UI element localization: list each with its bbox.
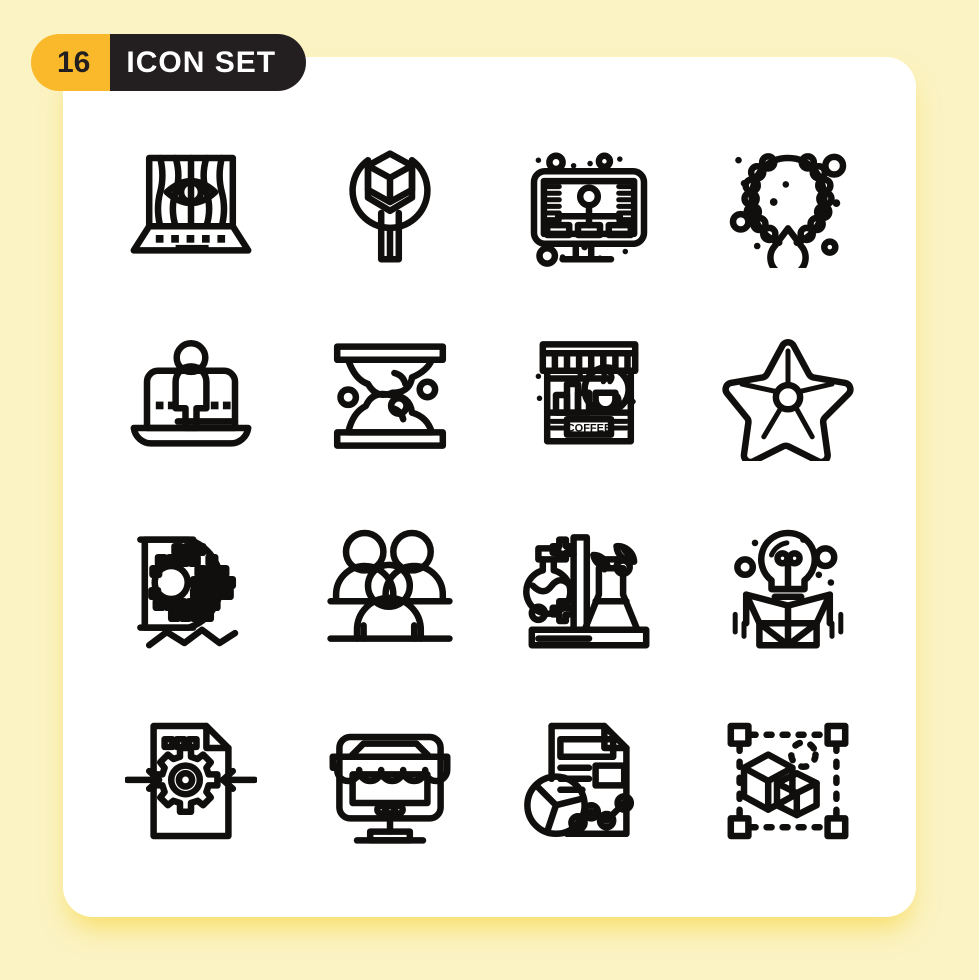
icon-cell-laptop-user[interactable] <box>91 298 290 491</box>
people-group-icon <box>324 522 456 654</box>
lightbulb-box-idea-icon <box>722 522 854 654</box>
icon-cell-report-analytics[interactable] <box>490 684 689 877</box>
icon-cell-people-group[interactable] <box>290 491 489 684</box>
icon-cell-laptop-eye-surveillance[interactable] <box>91 105 290 298</box>
pearl-necklace-icon <box>722 136 854 268</box>
icon-cell-document-gear-settings[interactable] <box>91 684 290 877</box>
starfish-icon <box>722 329 854 461</box>
badge-label: ICON SET <box>110 34 307 91</box>
icon-cell-chemistry-lab[interactable] <box>490 491 689 684</box>
hourglass-sand-icon <box>324 329 456 461</box>
icon-cell-online-store-monitor[interactable] <box>290 684 489 877</box>
laptop-eye-surveillance-icon <box>125 136 257 268</box>
presentation-org-chart-icon <box>523 136 655 268</box>
chemistry-lab-icon <box>523 522 655 654</box>
icon-cell-coffee-shop-stall[interactable]: COFFEE <box>490 298 689 491</box>
halftone-letter-d-icon <box>125 522 257 654</box>
icon-cell-presentation-org-chart[interactable] <box>490 105 689 298</box>
document-gear-settings-icon <box>125 715 257 847</box>
laptop-user-icon <box>125 329 257 461</box>
coffee-sign-text: COFFEE <box>567 422 612 434</box>
coffee-shop-stall-icon: COFFEE <box>535 329 655 461</box>
icon-cell-lightbulb-box-idea[interactable] <box>689 491 888 684</box>
wrench-cube-icon <box>324 136 456 268</box>
icon-cell-pearl-necklace[interactable] <box>689 105 888 298</box>
icon-cell-halftone-letter-d[interactable] <box>91 491 290 684</box>
3d-cubes-selection-icon <box>722 715 854 847</box>
badge-count: 16 <box>31 34 111 91</box>
report-analytics-icon <box>523 715 655 847</box>
icon-grid: COFFEE <box>63 57 916 917</box>
icon-cell-starfish[interactable] <box>689 298 888 491</box>
icon-cell-wrench-cube[interactable] <box>290 105 489 298</box>
online-store-monitor-icon <box>324 715 456 847</box>
icon-set-badge: 16 ICON SET <box>31 34 307 91</box>
icon-cell-3d-cubes-selection[interactable] <box>689 684 888 877</box>
icon-cell-hourglass-sand[interactable] <box>290 298 489 491</box>
